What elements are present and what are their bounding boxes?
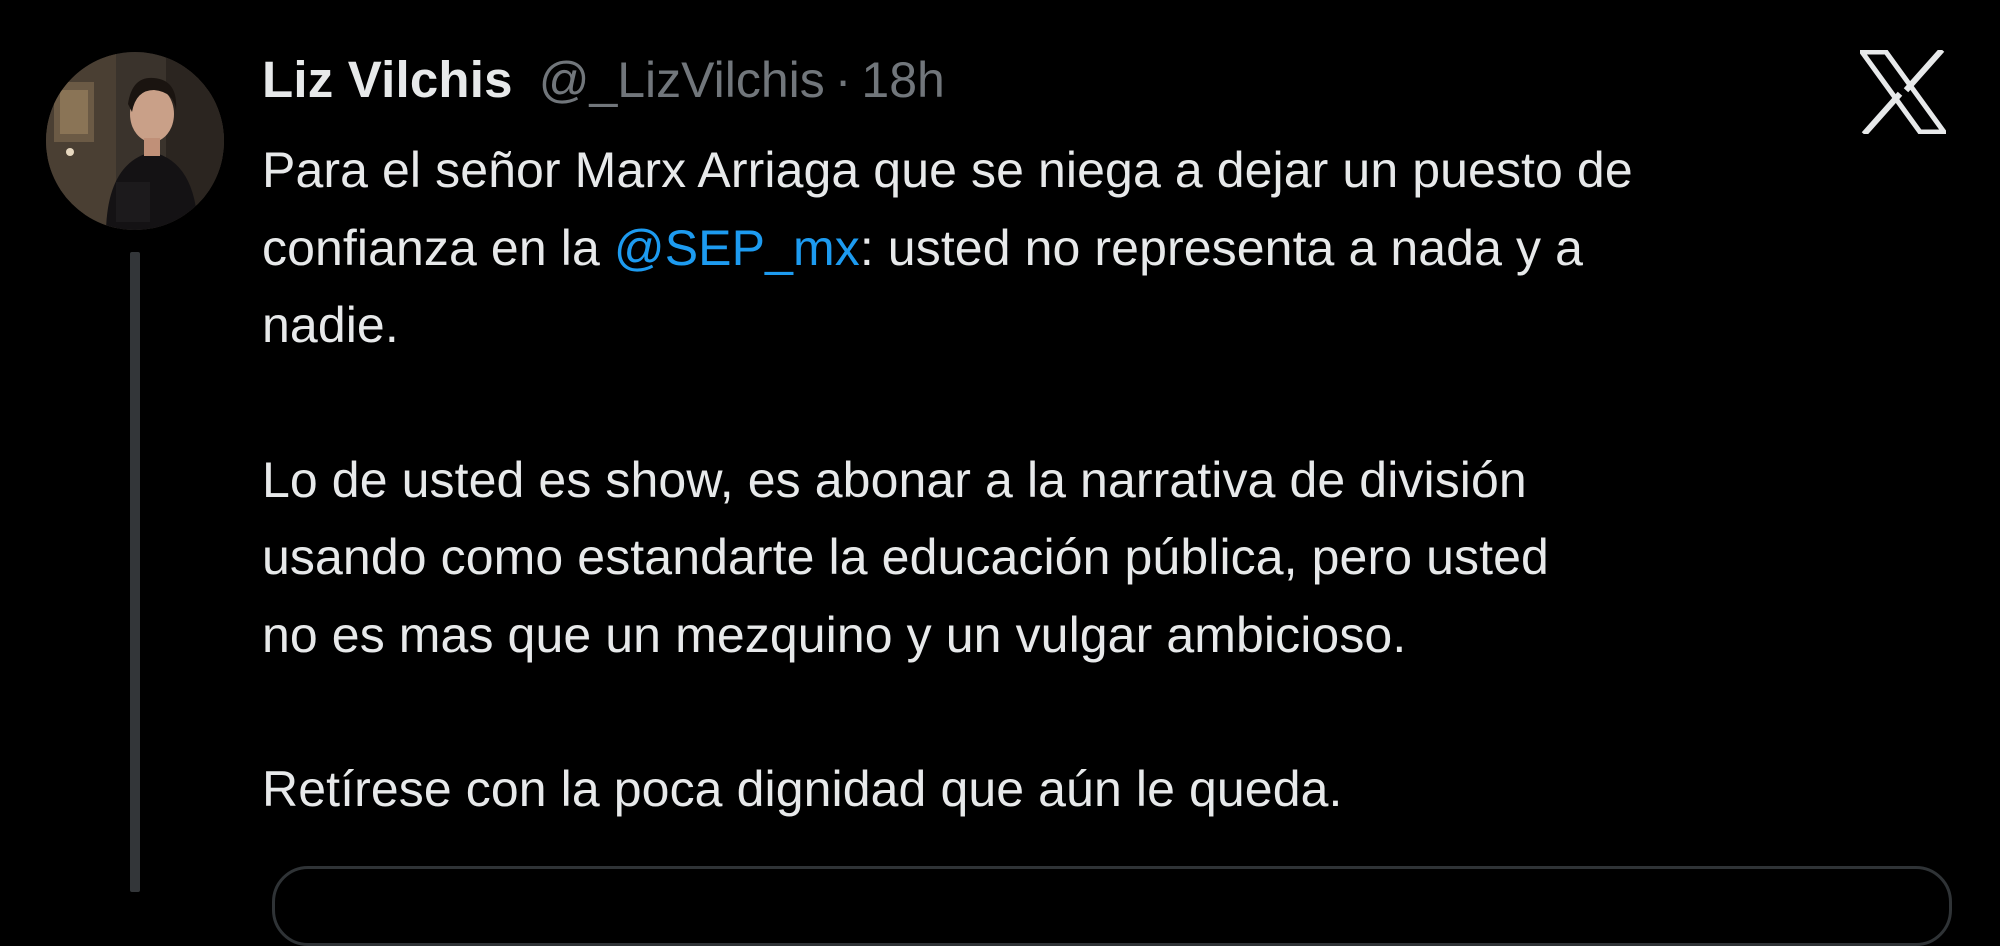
quote-card[interactable] [272,866,1952,946]
tweet-line: usando como estandarte la educación públ… [262,529,1549,585]
tweet-line: Para el señor Marx Arriaga que se niega … [262,142,1633,198]
tweet-header: Liz Vilchis @_LizVilchis · 18h [262,50,945,120]
avatar-photo [46,52,224,230]
tweet-line: Retírese con la poca dignidad que aún le… [262,761,1343,817]
header-separator: · [834,52,852,108]
author-handle[interactable]: @_LizVilchis [539,51,825,109]
mention-link[interactable]: @SEP_mx [614,220,860,276]
tweet-line: Lo de usted es show, es abonar a la narr… [262,451,1527,508]
tweet-timestamp[interactable]: 18h [861,51,944,109]
author-display-name[interactable]: Liz Vilchis [262,50,513,109]
x-logo-icon [1860,50,1946,134]
tweet-line: nadie. [262,297,399,353]
tweet: Liz Vilchis @_LizVilchis · 18h Para el s… [0,0,2000,946]
thread-line [130,252,140,892]
tweet-text: Para el señor Marx Arriaga que se niega … [262,132,1962,829]
user-avatar[interactable] [46,52,224,230]
tweet-line: no es mas que un mezquino y un vulgar am… [262,606,1407,663]
tweet-line: confianza en la @SEP_mx: usted no repres… [262,210,1962,288]
tweet-line-text: confianza en la [262,219,614,276]
tweet-line-text: : usted no representa a nada y a [859,219,1583,276]
